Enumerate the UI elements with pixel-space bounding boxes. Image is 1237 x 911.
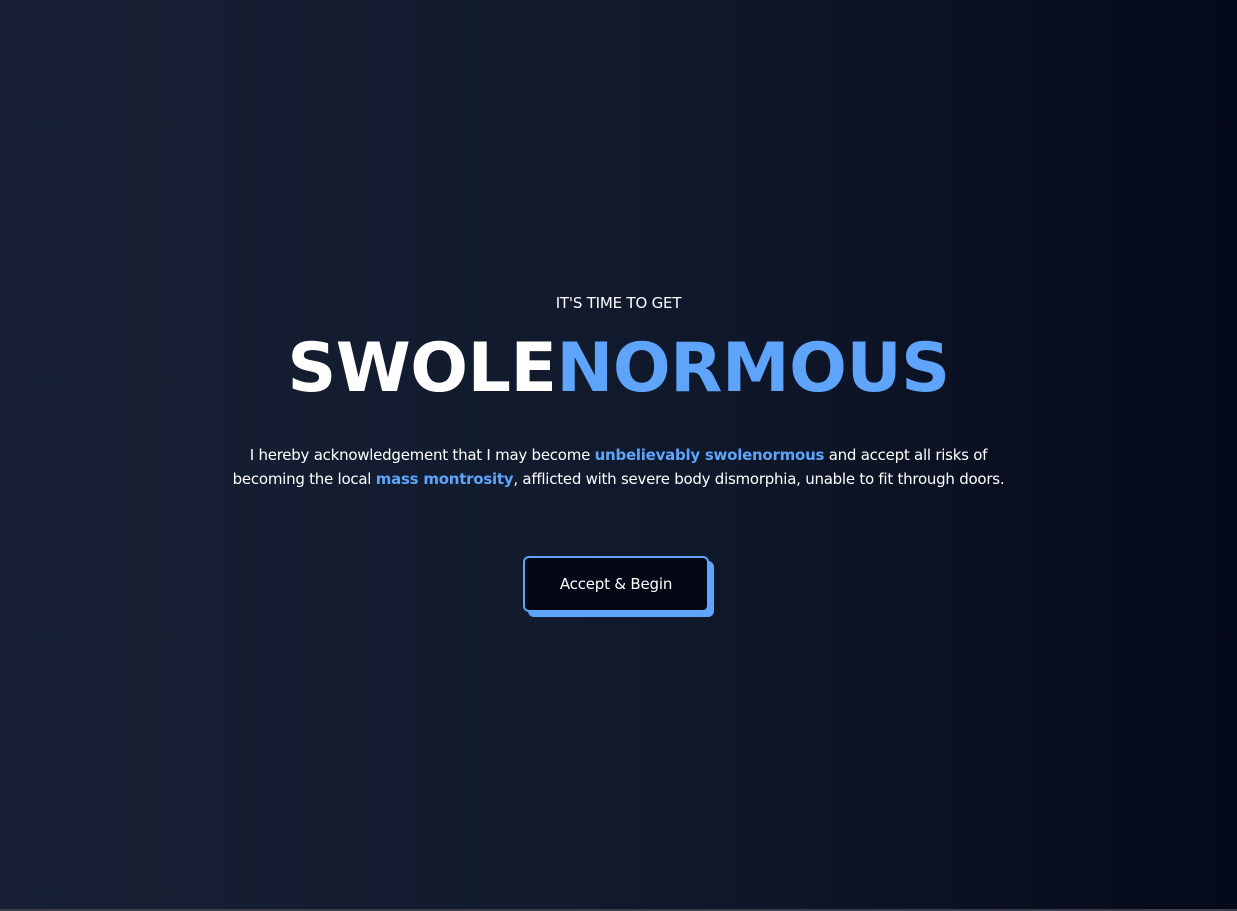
disclaimer-highlight-1: unbelievably swolenormous [594,446,825,464]
hero-disclaimer: I hereby acknowledgement that I may beco… [230,443,1007,491]
accept-begin-button[interactable]: Accept & Begin [523,556,709,612]
hero-title-blue: NORMOUS [556,329,950,408]
hero-title: SWOLENORMOUS [0,330,1237,408]
disclaimer-text-3: , afflicted with severe body dismorphia,… [513,470,1005,488]
disclaimer-text-1: I hereby acknowledgement that I may beco… [249,446,595,464]
hero-section: IT'S TIME TO GET SWOLENORMOUS I hereby a… [0,0,1237,911]
disclaimer-highlight-2: mass montrosity [375,470,514,488]
hero-kicker: IT'S TIME TO GET [555,294,682,312]
hero-title-white: SWOLE [287,329,557,408]
